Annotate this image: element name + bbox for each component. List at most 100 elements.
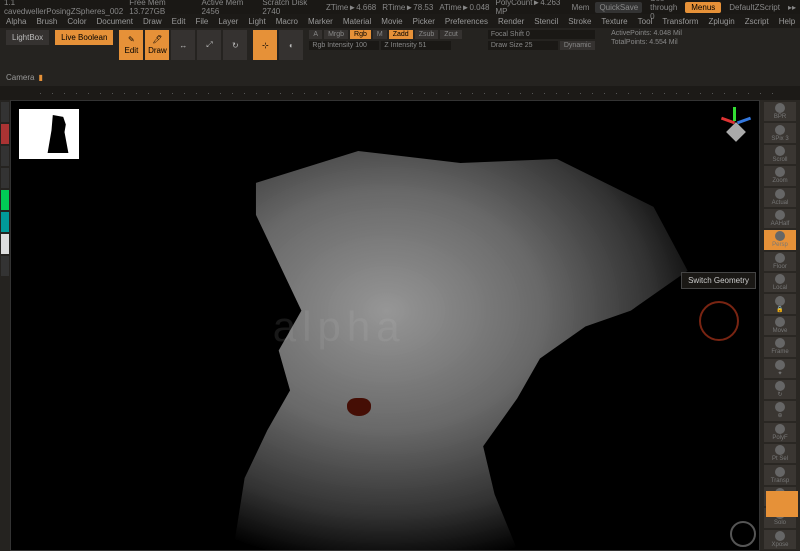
move-mode-button[interactable]: ↔ [171,30,195,60]
timeline-key-icon[interactable]: ▮ [38,73,42,82]
rotate-mode-button[interactable]: ↻ [223,30,247,60]
gizmo-group: ⊹ ◐ [253,30,303,60]
shelf-scale-button[interactable]: ✦ [764,359,796,378]
viewport-canvas[interactable]: alpha [10,100,760,551]
quicksave-button[interactable]: QuickSave [595,2,642,13]
swatch-white[interactable] [1,234,9,254]
shelf-transp-button[interactable]: Transp [764,465,796,484]
sculpt-model [131,151,699,550]
edit-mode-button[interactable]: ✎Edit [119,30,143,60]
shelf-aahalf-button[interactable]: AAHalf [764,209,796,228]
left-color-bar [0,100,10,551]
mrgb-button[interactable]: Mrgb [324,30,348,39]
ztime: ZTime►4.668 [326,3,376,12]
zadd-button[interactable]: Zadd [389,30,413,39]
menu-render[interactable]: Render [498,17,524,26]
menu-marker[interactable]: Marker [308,17,333,26]
menu-stroke[interactable]: Stroke [568,17,591,26]
menu-brush[interactable]: Brush [36,17,57,26]
a-toggle[interactable]: A [309,30,322,39]
zcut-button[interactable]: Zcut [440,30,462,39]
draw-size-slider[interactable]: Draw Size 25 [488,41,558,50]
shelf-lock-button[interactable]: 🔒 [764,294,796,313]
menu-document[interactable]: Document [97,17,133,26]
menu-zscript[interactable]: Zscript [745,17,769,26]
shelf-actual-button[interactable]: Actual [764,188,796,207]
menu-stencil[interactable]: Stencil [534,17,558,26]
menu-file[interactable]: File [195,17,208,26]
shelf-local-button[interactable]: Local [764,273,796,292]
title-bar: 1.1 cavedwellerPosingZSpheres_002 Free M… [0,0,800,14]
scratch-disk: Scratch Disk 2740 [262,0,320,16]
menu-light[interactable]: Light [248,17,265,26]
menu-material[interactable]: Material [343,17,371,26]
reference-thumbnail[interactable] [19,109,79,159]
shelf-scroll-button[interactable]: Scroll [764,145,796,164]
swatch-green[interactable] [1,190,9,210]
menus-button[interactable]: Menus [685,2,721,13]
project-name: 1.1 cavedwellerPosingZSpheres_002 [4,0,123,16]
shelf-polyf-button[interactable]: PolyF [764,423,796,442]
shelf-bpr-button[interactable]: BPR [764,102,796,121]
menu-zplugin[interactable]: Zplugin [708,17,734,26]
shelf-active-button[interactable] [766,491,798,517]
live-boolean-button[interactable]: Live Boolean [55,30,113,45]
swatch[interactable] [1,146,9,166]
sculptris-button[interactable]: ◐ [279,30,303,60]
shelf-move-button[interactable]: Move [764,316,796,335]
lightbox-button[interactable]: LightBox [6,30,49,45]
shelf-xpose-button[interactable]: ⊕ [764,401,796,420]
scale-mode-button[interactable]: ⤢ [197,30,221,60]
shelf-floor-button[interactable]: Floor [764,252,796,271]
menu-layer[interactable]: Layer [218,17,238,26]
shelf-pt-sel-button[interactable]: Pt Sel [764,444,796,463]
menu-texture[interactable]: Texture [601,17,627,26]
swatch[interactable] [1,102,9,122]
menu-color[interactable]: Color [67,17,86,26]
active-points-readout: ActivePoints: 4.048 Mil [611,30,682,37]
timeline-ruler[interactable] [0,86,800,100]
menu-transform[interactable]: Transform [662,17,698,26]
axis-gizmo[interactable] [719,107,753,141]
swatch[interactable] [1,256,9,276]
menu-help[interactable]: Help [779,17,795,26]
z-intensity-slider[interactable]: Z Intensity 51 [381,41,451,50]
swatch[interactable] [1,168,9,188]
axis-z-icon [737,117,751,125]
settings-gear-icon[interactable] [730,521,756,547]
rgb-intensity-slider[interactable]: Rgb Intensity 100 [309,41,379,50]
mode-group: ✎Edit 🖊Draw ↔ ⤢ ↻ [119,30,247,60]
shelf-xpose2-button[interactable]: Xpose [764,530,796,549]
polycount: PolyCount►4.263 MP [496,0,566,16]
zsub-button[interactable]: Zsub [415,30,439,39]
dynamic-button[interactable]: Dynamic [560,41,595,50]
focal-shift-slider[interactable]: Focal Shift 0 [488,30,595,39]
menu-movie[interactable]: Movie [381,17,402,26]
rgb-button[interactable]: Rgb [350,30,371,39]
collapse-icon[interactable]: ▸▸ [788,3,796,12]
menu-alpha[interactable]: Alpha [6,17,26,26]
brush-cursor-ring [699,301,739,341]
free-mem: Free Mem 13.727GB [129,0,195,16]
menu-tool[interactable]: Tool [638,17,653,26]
menu-picker[interactable]: Picker [413,17,435,26]
axis-cube-icon[interactable] [726,122,746,142]
gizmo-button[interactable]: ⊹ [253,30,277,60]
menu-preferences[interactable]: Preferences [445,17,488,26]
shelf-rotate-button[interactable]: ↻ [764,380,796,399]
draw-mode-button[interactable]: 🖊Draw [145,30,169,60]
total-points-readout: TotalPoints: 4.554 Mil [611,39,682,46]
menu-macro[interactable]: Macro [276,17,298,26]
shelf-persp-button[interactable]: Persp [764,230,796,249]
swatch-cyan[interactable] [1,212,9,232]
m-button[interactable]: M [373,30,387,39]
camera-label[interactable]: Camera [6,73,34,82]
default-zscript[interactable]: DefaultZScript [729,3,780,12]
shelf-frame-button[interactable]: Frame [764,337,796,356]
menu-edit[interactable]: Edit [172,17,186,26]
shelf-zoom-button[interactable]: Zoom [764,166,796,185]
watermark: alpha [273,303,406,351]
shelf-spix-button[interactable]: SPix 3 [764,123,796,142]
menu-draw[interactable]: Draw [143,17,162,26]
swatch-red[interactable] [1,124,9,144]
